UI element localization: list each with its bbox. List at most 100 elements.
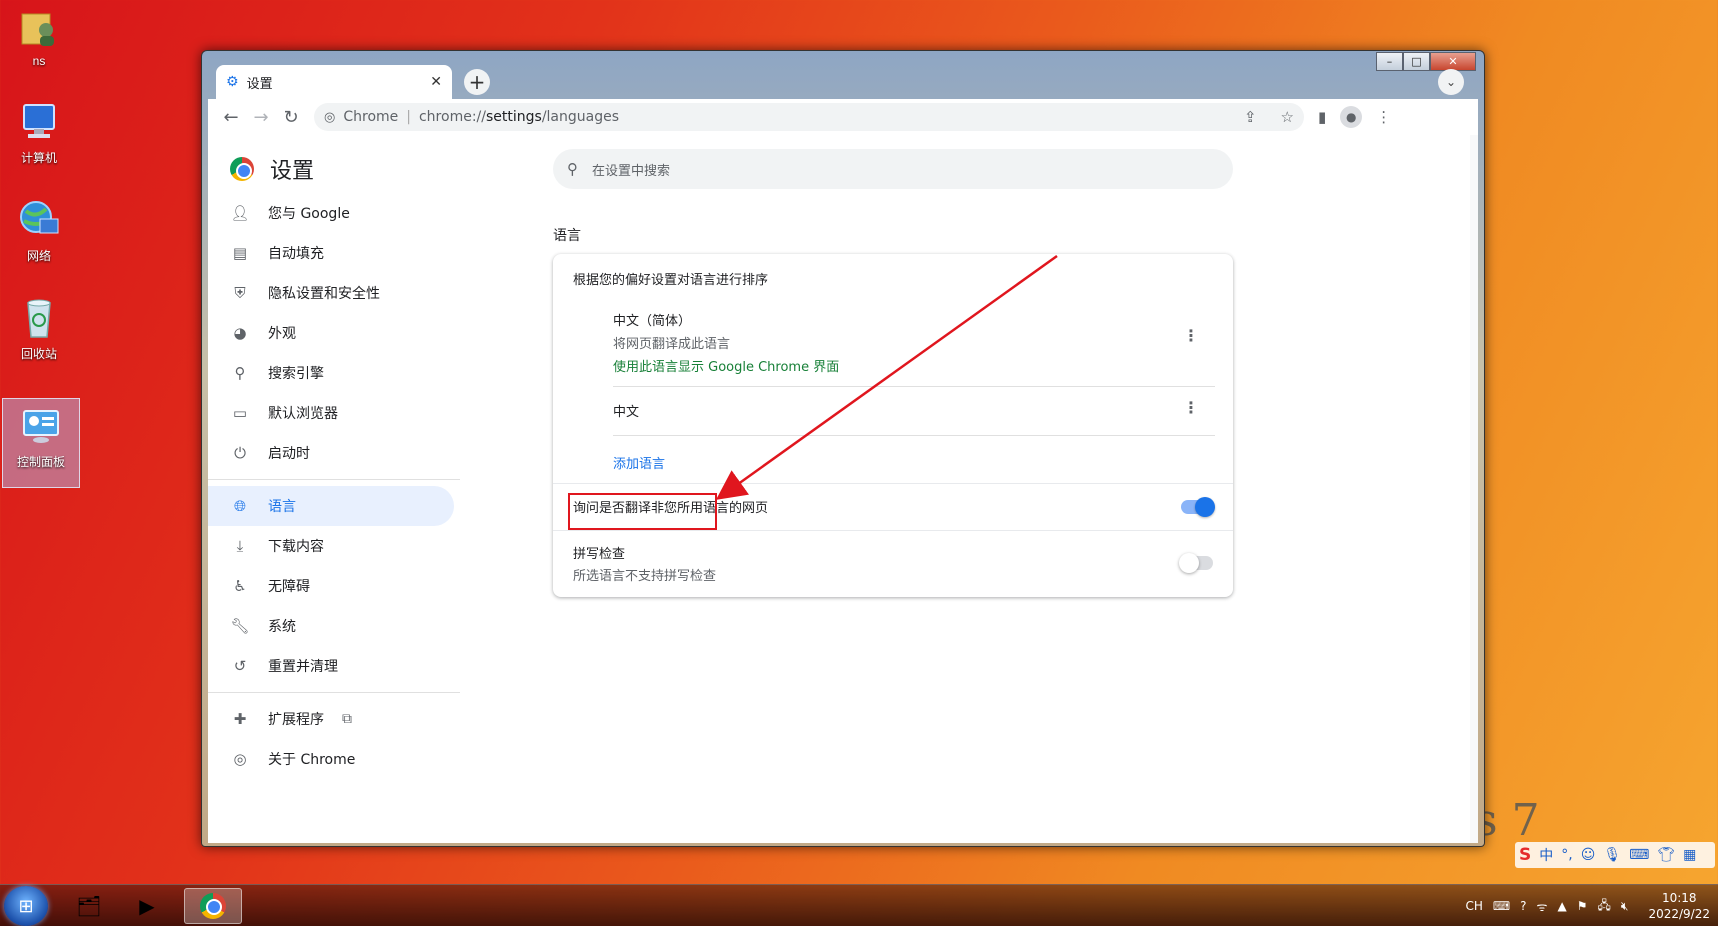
sidebar-item-downloads[interactable]: ⤓ 下载内容 <box>208 526 460 566</box>
volume-muted-icon[interactable]: 🔇︎ <box>1621 899 1629 914</box>
sidebar-item-privacy[interactable]: ⛨ 隐私设置和安全性 <box>208 273 460 313</box>
maximize-button[interactable]: □ <box>1403 52 1430 71</box>
desktop-icon-recycle-bin[interactable]: 回收站 <box>0 291 78 381</box>
sidebar-item-extensions[interactable]: ✚ 扩展程序 ⧉ <box>208 699 460 739</box>
search-icon: ⚲ <box>567 160 578 178</box>
chrome-logo-icon <box>230 157 254 181</box>
sidebar-item-label: 默认浏览器 <box>268 406 338 422</box>
toolbar-actions: ▮ ● ⋮ <box>1318 106 1391 128</box>
emoji-icon[interactable]: ☺ <box>1581 847 1596 863</box>
keyboard-tray-icon[interactable]: ⌨ <box>1493 899 1510 913</box>
recycle-bin-icon <box>27 299 51 338</box>
site-label: Chrome <box>343 109 399 125</box>
spell-check-toggle[interactable] <box>1179 553 1213 573</box>
sidebar-item-about-chrome[interactable]: ◎ 关于 Chrome <box>208 739 460 779</box>
arrow-right-icon: → <box>253 106 269 128</box>
sidebar-item-autofill[interactable]: ▤ 自动填充 <box>208 233 460 273</box>
forward-button[interactable]: → <box>246 102 276 132</box>
page-title: 设置 <box>270 159 315 184</box>
side-panel-icon[interactable]: ▮ <box>1318 108 1326 126</box>
person-icon: ● <box>1346 110 1357 124</box>
sidebar-item-appearance[interactable]: ◕ 外观 <box>208 313 460 353</box>
skin-icon[interactable]: 👕︎ <box>1657 847 1675 863</box>
minimize-button[interactable]: – <box>1376 52 1403 71</box>
settings-brand: 设置 <box>230 153 314 185</box>
sidebar-item-default-browser[interactable]: ▭ 默认浏览器 <box>208 393 460 433</box>
reload-button[interactable]: ↻ <box>276 102 306 132</box>
desktop-icon-label: 回收站 <box>20 347 57 361</box>
desktop-icon-control-panel[interactable]: 控制面板 <box>2 398 80 488</box>
tab-settings[interactable]: ⚙ 设置 ✕ <box>216 65 452 99</box>
sidebar-item-system[interactable]: 🔧︎ 系统 <box>208 606 460 646</box>
desktop-icon-label: ns <box>32 54 46 68</box>
back-button[interactable]: ← <box>216 102 246 132</box>
wifi-icon[interactable]: ᯤ <box>1537 898 1548 915</box>
browser-window-icon: ▭ <box>232 404 248 422</box>
taskbar-media-player[interactable]: ▶ <box>118 888 176 924</box>
tab-close-icon[interactable]: ✕ <box>430 74 442 90</box>
search-icon: ⚲ <box>234 364 246 382</box>
ime-punct[interactable]: °, <box>1561 847 1572 863</box>
reload-icon: ↻ <box>283 106 299 128</box>
network-tray-icon[interactable]: 🖧︎ <box>1598 896 1611 917</box>
ime-toolbar: S 中 °, ☺ 🎙︎ ⌨ 👕︎ ▦ <box>1515 842 1715 868</box>
annotation-highlight-box <box>568 493 717 530</box>
sidebar-item-search-engine[interactable]: ⚲ 搜索引擎 <box>208 353 460 393</box>
desktop-icon-computer[interactable]: 计算机 <box>0 95 78 185</box>
page-scrollbar[interactable] <box>1470 135 1478 843</box>
spell-check-row: 拼写检查 所选语言不支持拼写检查 <box>573 543 1213 584</box>
media-player-icon: ▶ <box>139 894 155 918</box>
sidebar-item-reset[interactable]: ↺ 重置并清理 <box>208 646 460 686</box>
more-options-icon[interactable]: ⋮ <box>1183 398 1199 417</box>
tray-language[interactable]: CH <box>1465 899 1482 913</box>
row-divider <box>613 386 1215 387</box>
row-divider <box>613 435 1215 436</box>
start-button[interactable]: ⊞ <box>4 886 48 926</box>
toggle-knob <box>1179 553 1199 573</box>
language-translate-note: 将网页翻译成此语言 <box>613 337 731 352</box>
spell-check-sublabel: 所选语言不支持拼写检查 <box>573 569 717 584</box>
desktop-icon-ns[interactable]: ns <box>0 0 78 90</box>
bookmark-star-icon[interactable]: ☆ <box>1281 108 1294 126</box>
clipboard-icon: ▤ <box>232 244 248 262</box>
chevron-up-icon[interactable]: ▲ <box>1558 899 1567 913</box>
clock[interactable]: 10:18 2022/9/22 <box>1648 890 1710 922</box>
share-icon[interactable]: ⇪ <box>1244 108 1257 126</box>
address-bar[interactable]: ◎ Chrome | chrome://settings/languages ⇪… <box>314 103 1304 131</box>
sidebar-item-accessibility[interactable]: ♿︎ 无障碍 <box>208 566 460 606</box>
microphone-icon[interactable]: 🎙︎ <box>1603 847 1621 863</box>
chrome-window: – □ ✕ ⚙ 设置 ✕ + ⌄ ← → ↻ ◎ Chrome | chrome… <box>201 50 1485 847</box>
sidebar-item-label: 自动填充 <box>268 246 324 262</box>
folder-icon: 🗂︎ <box>76 894 102 918</box>
more-menu-icon[interactable]: ⋮ <box>1376 108 1391 126</box>
spell-check-label: 拼写检查 <box>573 547 626 562</box>
sogou-logo-icon[interactable]: S <box>1519 845 1531 865</box>
system-tray: CH ⌨ ? ᯤ ▲ ⚑ 🖧︎ 🔇︎ 10:18 2022/9/22 <box>1465 885 1710 926</box>
taskbar-explorer[interactable]: 🗂︎ <box>60 888 118 924</box>
settings-search-input[interactable]: ⚲ 在设置中搜索 <box>553 149 1233 189</box>
ime-mode[interactable]: 中 <box>1539 845 1553 865</box>
language-ui-note: 使用此语言显示 Google Chrome 界面 <box>613 360 840 375</box>
sidebar-item-languages[interactable]: 🌐︎ 语言 <box>208 486 454 526</box>
add-language-button[interactable]: 添加语言 <box>613 453 665 472</box>
flag-icon[interactable]: ⚑ <box>1577 899 1588 913</box>
keyboard-icon[interactable]: ⌨ <box>1629 847 1649 863</box>
new-tab-button[interactable]: + <box>464 69 490 95</box>
desktop-icon-network[interactable]: 网络 <box>0 193 78 283</box>
translate-offer-toggle[interactable] <box>1181 497 1215 517</box>
language-row: 中文 ⋮ <box>613 398 1213 425</box>
more-options-icon[interactable]: ⋮ <box>1183 326 1199 345</box>
sidebar-item-you-and-google[interactable]: 👤︎ 您与 Google <box>208 193 460 233</box>
desktop-icon-label: 计算机 <box>20 151 57 165</box>
grid-icon[interactable]: ▦ <box>1683 847 1696 863</box>
help-icon[interactable]: ? <box>1520 899 1526 913</box>
close-window-button[interactable]: ✕ <box>1430 52 1476 71</box>
taskbar-chrome[interactable] <box>184 888 242 924</box>
tab-search-button[interactable]: ⌄ <box>1438 69 1464 95</box>
sidebar-item-label: 语言 <box>268 499 296 515</box>
profile-avatar[interactable]: ● <box>1340 106 1363 128</box>
sidebar-divider <box>208 479 460 480</box>
sidebar-item-label: 无障碍 <box>268 579 310 595</box>
sidebar-item-label: 隐私设置和安全性 <box>268 286 380 302</box>
sidebar-item-on-startup[interactable]: ⏻ 启动时 <box>208 433 460 473</box>
